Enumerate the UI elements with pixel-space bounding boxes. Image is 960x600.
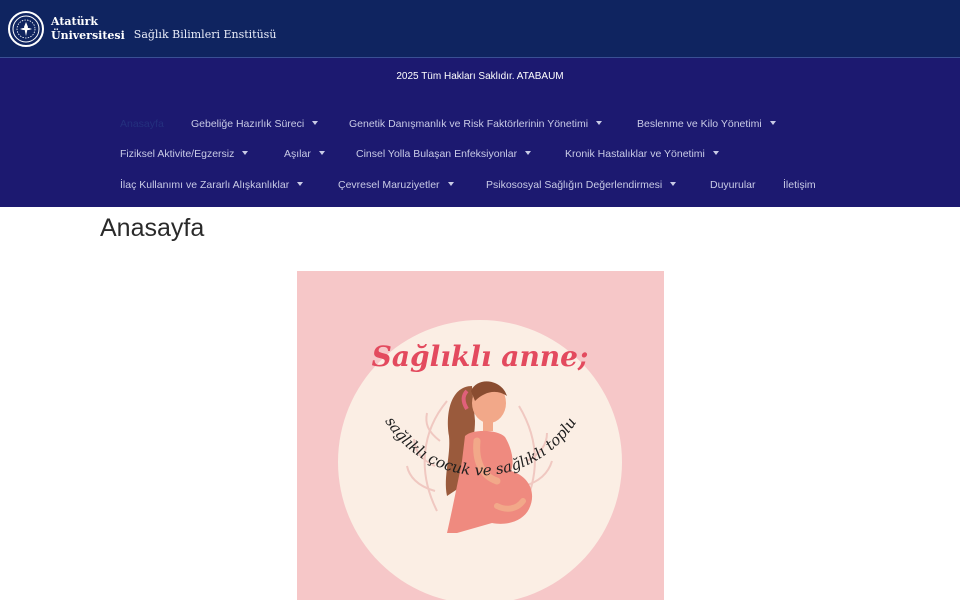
nav-item-ilac-kullanimi[interactable]: İlaç Kullanımı ve Zararlı Alışkanlıklar [120,175,304,195]
nav-item-label: İlaç Kullanımı ve Zararlı Alışkanlıklar [120,179,290,191]
nav-item-psikososyal[interactable]: Psikososyal Sağlığın Değerlendirmesi [486,175,677,195]
nav-item-label: Çevresel Maruziyetler [338,179,440,191]
nav-item-beslenme[interactable]: Beslenme ve Kilo Yönetimi [637,114,776,134]
nav-item-iletisim[interactable]: İletişim [783,175,816,195]
institute-name: Sağlık Bilimleri Enstitüsü [133,27,277,41]
nav-item-asilar[interactable]: Aşılar [284,144,325,164]
chevron-down-icon [712,151,719,156]
poster-headline: Sağlıklı anne; [372,340,589,373]
poster-illustration: Sağlıklı anne; sağlıklı çocuk ve sağlıkl… [297,271,622,600]
nav-item-gebelige-hazirlik[interactable]: Gebeliğe Hazırlık Süreci [191,114,319,134]
chevron-down-icon [318,151,325,156]
nav-item-kronik-hastaliklar[interactable]: Kronik Hastalıklar ve Yönetimi [565,144,719,164]
nav-item-cinsel-yolla[interactable]: Cinsel Yolla Bulaşan Enfeksiyonlar [356,144,532,164]
nav-item-label: Genetik Danışmanlık ve Risk Faktörlerini… [349,118,589,130]
nav-item-genetik-danismanlik[interactable]: Genetik Danışmanlık ve Risk Faktörlerini… [349,114,603,134]
university-seal-icon[interactable] [8,10,44,47]
chevron-down-icon [769,121,776,126]
nav-row-1: Anasayfa Gebeliğe Hazırlık Süreci Geneti… [0,114,960,134]
nav-item-fiziksel-aktivite[interactable]: Fiziksel Aktivite/Egzersiz [120,144,249,164]
chevron-down-icon [670,182,677,187]
chevron-down-icon [312,121,319,126]
nav-item-label: Psikososyal Sağlığın Değerlendirmesi [486,179,663,191]
main-navigation: 2025 Tüm Hakları Saklıdır. ATABAUM Anasa… [0,58,960,207]
chevron-down-icon [525,151,532,156]
hero-poster-image: Sağlıklı anne; sağlıklı çocuk ve sağlıkl… [297,271,664,600]
copyright-text: 2025 Tüm Hakları Saklıdır. ATABAUM [396,71,564,82]
nav-row-2: Fiziksel Aktivite/Egzersiz Aşılar Cinsel… [0,144,960,164]
nav-item-label: İletişim [783,179,816,191]
university-logo-text[interactable]: Atatürk Üniversitesi [51,15,125,43]
chevron-down-icon [297,182,304,187]
logo-line-1: Atatürk [51,14,99,28]
page-title: Anasayfa [100,214,205,242]
nav-item-label: Cinsel Yolla Bulaşan Enfeksiyonlar [356,148,518,160]
chevron-down-icon [596,121,603,126]
nav-item-label: Beslenme ve Kilo Yönetimi [637,118,762,130]
site-header: Atatürk Üniversitesi Sağlık Bilimleri En… [0,0,960,58]
nav-item-label: Kronik Hastalıklar ve Yönetimi [565,148,705,160]
nav-item-duyurular[interactable]: Duyurular [710,175,756,195]
nav-item-label: Duyurular [710,179,756,191]
chevron-down-icon [242,151,249,156]
nav-item-label: Gebeliğe Hazırlık Süreci [191,118,305,130]
nav-row-3: İlaç Kullanımı ve Zararlı Alışkanlıklar … [0,175,960,195]
nav-item-cevresel-maruziyetler[interactable]: Çevresel Maruziyetler [338,175,454,195]
nav-item-label: Aşılar [284,148,311,160]
nav-item-label: Fiziksel Aktivite/Egzersiz [120,148,235,160]
chevron-down-icon [447,182,454,187]
logo-line-2: Üniversitesi [51,28,125,42]
nav-item-home[interactable]: Anasayfa [120,114,164,134]
